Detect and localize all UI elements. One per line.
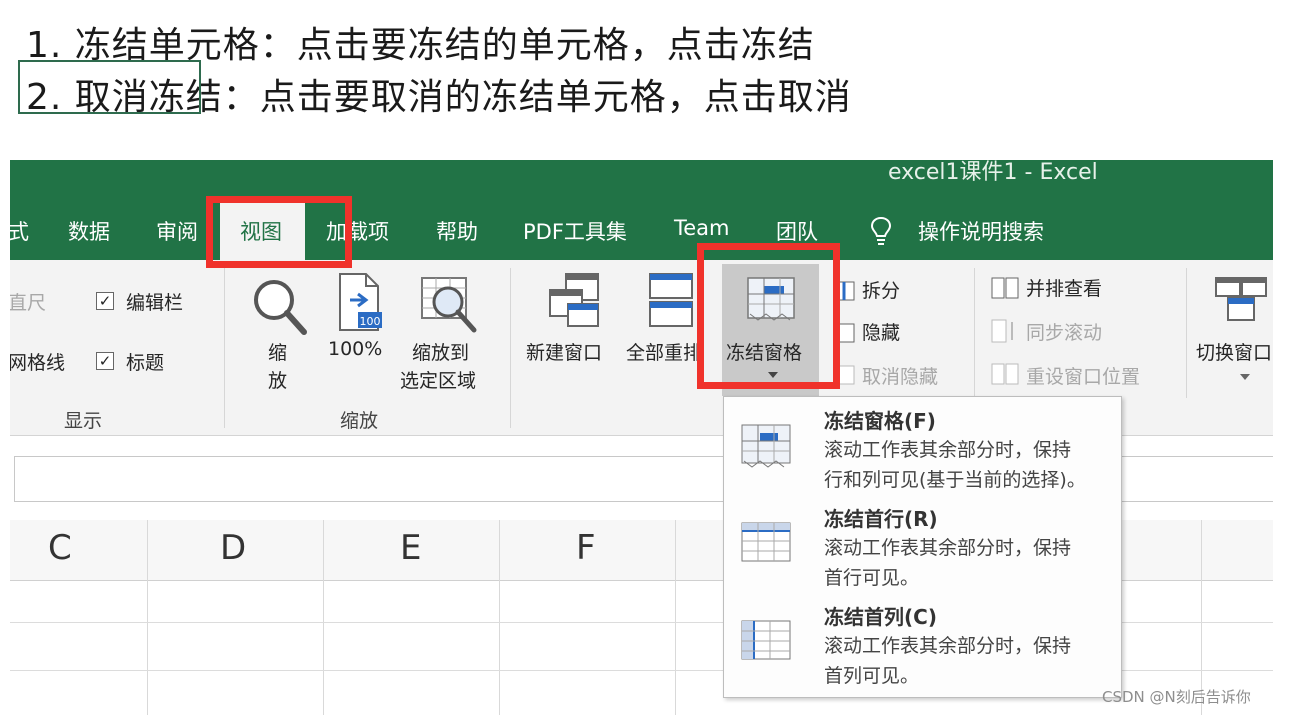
title-bar: excel1课件1 - Excel 式 数据 审阅 视图 加载项 帮助 PDF工…	[10, 160, 1273, 260]
group-divider	[510, 268, 511, 428]
menu-freeze-panes-desc-2: 行和列可见(基于当前的选择)。	[824, 469, 1086, 491]
text-selection-box	[18, 60, 201, 114]
formula-bar-checkbox[interactable]: ✓	[96, 292, 114, 310]
view-side-by-side-icon[interactable]	[990, 276, 1020, 300]
menu-freeze-first-column-desc-1: 滚动工作表其余部分时，保持	[824, 635, 1072, 657]
column-header-c[interactable]: C	[48, 528, 72, 568]
zoom-selection-icon[interactable]	[416, 274, 480, 334]
arrange-all-icon[interactable]	[646, 272, 696, 332]
sync-scroll-icon	[991, 319, 1013, 343]
tab-team[interactable]: Team	[674, 216, 730, 240]
lightbulb-icon[interactable]	[870, 216, 892, 246]
ruler-label: 直尺	[10, 292, 47, 314]
new-window-icon[interactable]	[546, 270, 602, 330]
show-group-label: 显示	[64, 410, 103, 432]
tab-team-cn[interactable]: 团队	[776, 216, 818, 246]
zoom-magnifier-icon[interactable]	[250, 276, 308, 336]
view-tab-highlight	[206, 196, 352, 268]
unhide-label: 取消隐藏	[862, 366, 939, 388]
switch-windows-label[interactable]: 切换窗口	[1196, 338, 1272, 365]
tab-data[interactable]: 数据	[68, 216, 110, 246]
switch-windows-icon[interactable]	[1212, 274, 1268, 324]
headings-checkbox[interactable]: ✓	[96, 352, 114, 370]
column-header-d[interactable]: D	[220, 528, 246, 568]
menu-freeze-panes-title: 冻结窗格(F)	[824, 409, 936, 433]
zoom-selection-label-2[interactable]: 选定区域	[400, 366, 476, 393]
group-divider	[224, 268, 225, 428]
arrange-all-label[interactable]: 全部重排	[626, 338, 702, 365]
column-header-f[interactable]: F	[576, 528, 596, 568]
view-side-by-side-label[interactable]: 并排查看	[1026, 274, 1102, 301]
grid-line	[499, 520, 500, 715]
zoom-100-icon[interactable]: 100	[336, 270, 384, 334]
split-label[interactable]: 拆分	[862, 276, 900, 303]
hide-label[interactable]: 隐藏	[862, 318, 900, 345]
zoom-selection-label-1[interactable]: 缩放到	[412, 338, 469, 365]
menu-freeze-first-column-title: 冻结首列(C)	[824, 605, 937, 629]
tab-formulas[interactable]: 式	[10, 216, 29, 246]
tab-pdf-tools[interactable]: PDF工具集	[523, 216, 627, 246]
window-title: excel1课件1 - Excel	[888, 160, 1098, 185]
zoom-100-label[interactable]: 100%	[328, 338, 382, 360]
zoom-label-2[interactable]: 放	[268, 366, 287, 393]
freeze-top-row-icon	[741, 522, 791, 562]
menu-freeze-top-row-title: 冻结首行(R)	[824, 507, 938, 531]
zoom-label-1[interactable]: 缩	[268, 338, 287, 365]
formula-bar-label[interactable]: 编辑栏	[126, 288, 183, 315]
menu-freeze-first-column-desc-2: 首列可见。	[824, 665, 920, 687]
freeze-panes-menu: 冻结窗格(F) 滚动工作表其余部分时，保持 行和列可见(基于当前的选择)。 冻结…	[723, 396, 1122, 698]
grid-line	[147, 520, 148, 715]
freeze-panes-menu-icon	[741, 424, 791, 468]
sync-scroll-label: 同步滚动	[1026, 322, 1103, 344]
menu-freeze-top-row-desc-1: 滚动工作表其余部分时，保持	[824, 537, 1072, 559]
freeze-panes-highlight	[697, 243, 840, 389]
column-header-e[interactable]: E	[400, 528, 421, 568]
watermark: CSDN @N刻后告诉你	[1102, 688, 1251, 706]
freeze-first-column-icon	[741, 620, 791, 660]
zoom-group-label: 缩放	[340, 410, 379, 432]
tab-review[interactable]: 审阅	[156, 216, 198, 246]
menu-freeze-top-row-desc-2: 首行可见。	[824, 567, 920, 589]
new-window-label[interactable]: 新建窗口	[526, 338, 602, 365]
menu-freeze-panes-desc-1: 滚动工作表其余部分时，保持	[824, 439, 1072, 461]
group-divider	[1186, 268, 1187, 398]
gridlines-label[interactable]: 网格线	[10, 348, 65, 375]
reset-position-label: 重设窗口位置	[1026, 366, 1141, 388]
grid-line	[675, 520, 676, 715]
chevron-down-icon	[1240, 374, 1250, 380]
tell-me-search[interactable]: 操作说明搜索	[918, 216, 1044, 246]
group-divider	[974, 268, 975, 398]
tab-help[interactable]: 帮助	[436, 216, 478, 246]
zoom-100-icon-text: 100	[360, 315, 381, 328]
headings-label[interactable]: 标题	[126, 348, 164, 375]
reset-position-icon	[991, 363, 1019, 385]
grid-line	[323, 520, 324, 715]
